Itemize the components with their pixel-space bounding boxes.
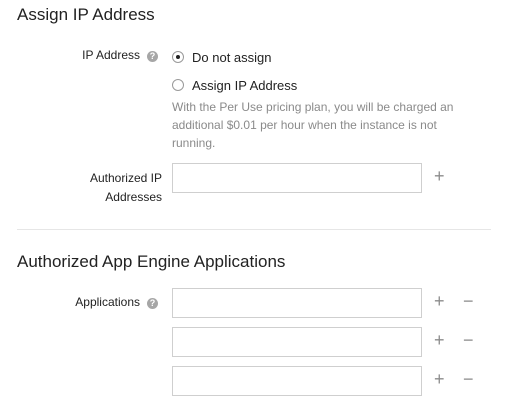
radio-assign-ip-label: Assign IP Address <box>192 78 298 93</box>
applications-label: Applications <box>75 295 140 309</box>
remove-app-minus-icon[interactable]: − <box>463 331 474 349</box>
add-ip-plus-icon[interactable]: + <box>434 167 445 185</box>
radio-assign-ip[interactable]: Assign IP Address <box>172 78 372 94</box>
app-section-title: Authorized App Engine Applications <box>17 252 286 271</box>
ip-section-title: Assign IP Address <box>17 5 155 24</box>
radio-do-not-assign-label: Do not assign <box>192 50 272 65</box>
section-divider <box>17 229 491 230</box>
remove-app-minus-icon[interactable]: − <box>463 370 474 388</box>
add-app-plus-icon[interactable]: + <box>434 292 445 310</box>
pricing-note: With the Per Use pricing plan, you will … <box>172 100 454 150</box>
application-input-3[interactable] <box>172 366 422 396</box>
authorized-ip-input[interactable] <box>172 163 422 193</box>
application-input-2[interactable] <box>172 327 422 357</box>
add-app-plus-icon[interactable]: + <box>434 331 445 349</box>
remove-app-minus-icon[interactable]: − <box>463 292 474 310</box>
radio-do-not-assign[interactable]: Do not assign <box>172 50 372 66</box>
ip-address-label: IP Address <box>82 48 140 62</box>
authorized-ip-label: Authorized IP Addresses <box>89 171 162 204</box>
ip-address-help-icon[interactable]: ? <box>147 51 158 62</box>
radio-checked-icon[interactable] <box>172 51 184 63</box>
radio-unchecked-icon[interactable] <box>172 79 184 91</box>
application-input-1[interactable] <box>172 288 422 318</box>
add-app-plus-icon[interactable]: + <box>434 370 445 388</box>
applications-help-icon[interactable]: ? <box>147 298 158 309</box>
